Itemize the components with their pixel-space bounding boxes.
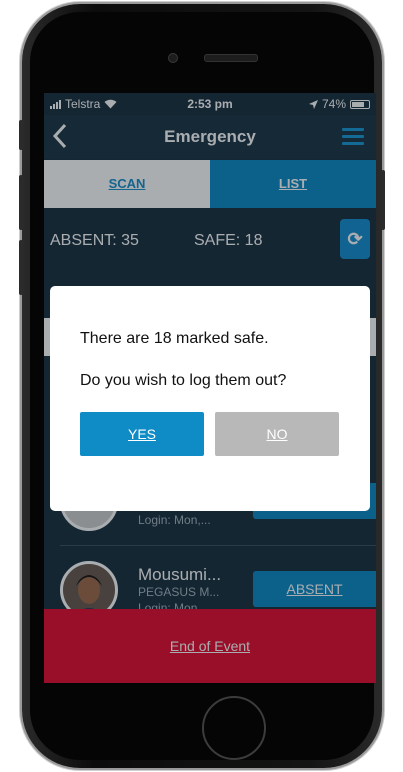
speaker-grille	[204, 54, 258, 62]
home-button[interactable]	[202, 696, 266, 760]
no-button[interactable]: NO	[215, 412, 339, 456]
volume-up-button	[19, 175, 23, 230]
mute-switch	[19, 120, 23, 150]
yes-button[interactable]: YES	[80, 412, 204, 456]
camera-icon	[168, 53, 178, 63]
confirm-dialog: There are 18 marked safe. Do you wish to…	[50, 286, 370, 511]
app-screen: Telstra 2:53 pm 74% Emergency SCAN LIST …	[44, 93, 376, 683]
volume-down-button	[19, 240, 23, 295]
power-button	[381, 170, 385, 230]
dialog-message: There are 18 marked safe.	[80, 330, 269, 347]
dialog-question: Do you wish to log them out?	[80, 372, 287, 389]
